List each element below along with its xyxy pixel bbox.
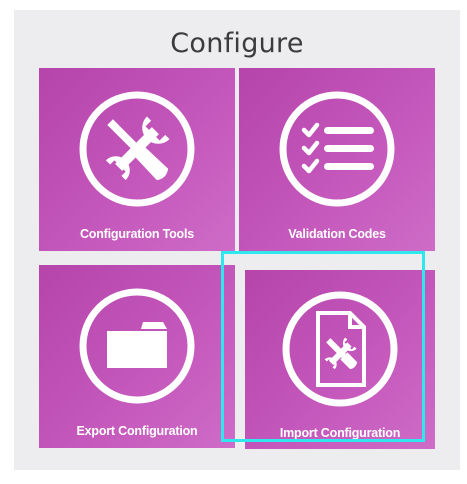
checklist-icon xyxy=(279,91,395,207)
tile-label: Configuration Tools xyxy=(79,227,194,241)
export-configuration-tile[interactable]: Export Configuration xyxy=(39,265,235,448)
folder-icon xyxy=(79,288,195,404)
tile-label: Import Configuration xyxy=(279,426,401,440)
tile-label: Export Configuration xyxy=(76,424,198,438)
validation-codes-tile[interactable]: Validation Codes xyxy=(239,68,435,251)
configure-panel: Configure Configuration Tools Validation… xyxy=(14,10,460,470)
wrench-screwdriver-icon xyxy=(79,91,195,207)
document-tools-icon xyxy=(282,291,398,407)
page-title: Configure xyxy=(170,28,304,59)
configuration-tools-tile[interactable]: Configuration Tools xyxy=(39,68,235,251)
import-configuration-tile[interactable]: Import Configuration xyxy=(245,270,435,449)
tile-label: Validation Codes xyxy=(288,227,386,241)
